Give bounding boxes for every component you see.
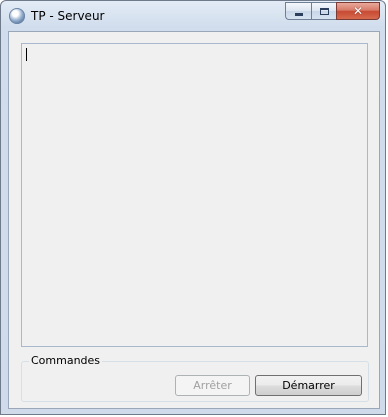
maximize-icon <box>319 7 329 15</box>
app-window: TP - Serveur ✕ Commandes Arrêter Démarre… <box>0 0 386 415</box>
close-button[interactable]: ✕ <box>336 2 380 20</box>
app-globe-icon[interactable] <box>9 8 25 24</box>
commands-group: Commandes Arrêter Démarrer <box>21 354 369 402</box>
start-button[interactable]: Démarrer <box>255 375 362 396</box>
minimize-icon <box>294 12 303 16</box>
title-bar[interactable]: TP - Serveur ✕ <box>1 1 385 31</box>
minimize-button[interactable] <box>285 2 311 20</box>
log-textbox[interactable] <box>21 43 368 347</box>
commands-legend: Commandes <box>29 354 103 367</box>
client-area: Commandes Arrêter Démarrer <box>8 31 380 409</box>
caption-buttons: ✕ <box>285 2 380 20</box>
maximize-button[interactable] <box>311 2 336 20</box>
text-caret <box>26 48 27 61</box>
stop-button[interactable]: Arrêter <box>175 375 250 396</box>
close-icon: ✕ <box>352 4 364 18</box>
window-title: TP - Serveur <box>31 9 105 23</box>
